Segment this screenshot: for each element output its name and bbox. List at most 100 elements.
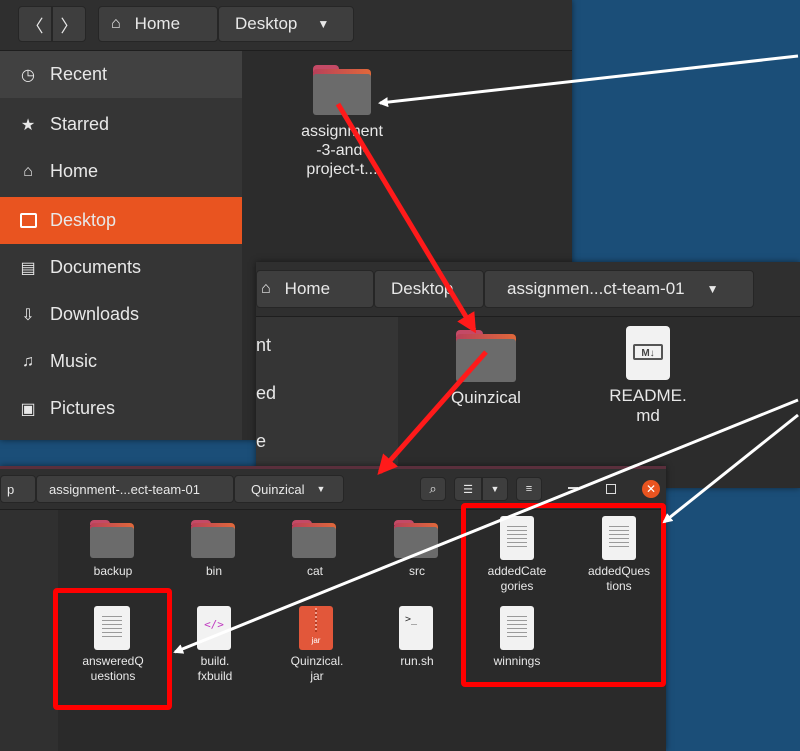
sidebar-item-recent[interactable]: ◷ Recent — [0, 51, 242, 98]
folder-icon — [313, 65, 371, 115]
breadcrumb-label: p — [7, 481, 15, 497]
sidebar: ◷ Recent ★ Starred ⌂ Home Desktop ▤ Docu… — [0, 51, 242, 440]
sidebar-item-label: Documents — [50, 257, 142, 277]
file-label: assignment -3-and- project-t... — [301, 123, 383, 178]
file-label: backup — [93, 564, 133, 578]
sidebar — [0, 510, 58, 751]
markdown-file-icon: M↓ — [626, 326, 670, 380]
file-label: bin — [205, 564, 222, 578]
highlight-box-new-files — [461, 503, 666, 687]
breadcrumb-home[interactable]: ⌂ Home — [256, 270, 374, 308]
script-badge: >_ — [405, 614, 418, 625]
chevron-down-icon: ▼ — [317, 17, 330, 31]
sidebar-item-desktop[interactable]: Desktop — [0, 197, 242, 244]
chevron-left-icon: 〈 — [26, 16, 44, 36]
forward-button[interactable]: 〉 — [52, 6, 86, 42]
maximize-button[interactable] — [606, 484, 616, 494]
sidebar-item-downloads[interactable]: ⇩ Downloads — [0, 291, 242, 338]
sidebar-item-label: ed — [256, 383, 277, 403]
chevron-right-icon: 〉 — [60, 16, 78, 36]
sidebar-item-label: nt — [256, 335, 272, 355]
breadcrumb-label: Desktop — [391, 279, 454, 298]
clock-icon: ◷ — [21, 66, 35, 84]
minimize-button[interactable] — [568, 487, 578, 489]
file-label: run.sh — [400, 654, 434, 668]
file-item-backup[interactable]: backup — [72, 520, 154, 580]
sidebar-item-label: Desktop — [50, 210, 117, 230]
file-label: cat — [306, 564, 323, 578]
picture-icon: ▣ — [20, 400, 36, 418]
breadcrumb-desktop[interactable]: Desktop ▼ — [218, 6, 354, 42]
sidebar-item-starred[interactable]: ★ Starred — [0, 101, 242, 148]
breadcrumb-label: Desktop — [235, 14, 298, 33]
file-item-quinzical-folder[interactable]: Quinzical — [436, 330, 536, 410]
folder-icon — [394, 520, 438, 558]
home-icon: ⌂ — [261, 280, 271, 297]
back-button[interactable]: 〈 — [18, 6, 52, 42]
breadcrumb-label: Home — [284, 279, 331, 298]
sidebar-item-label: Recent — [50, 64, 108, 84]
breadcrumb-label: assignment-...ect-team-01 — [49, 481, 201, 497]
header-bar: ⌂ Home Desktop assignmen...ct-team-01 ▼ — [256, 262, 800, 317]
breadcrumb-home[interactable]: ⌂ Home — [98, 6, 218, 42]
sidebar-item-label: e — [256, 431, 267, 451]
sidebar-item-label: Home — [50, 161, 99, 181]
breadcrumb-quinzical[interactable]: Quinzical ▼ — [234, 475, 344, 503]
breadcrumb-label: Home — [134, 14, 181, 33]
file-item-quinzical-jar[interactable]: jar Quinzical. jar — [274, 606, 360, 688]
sidebar-item-label: Starred — [50, 114, 110, 134]
search-icon: ⌕ — [429, 481, 437, 496]
jar-file-icon: jar — [299, 606, 333, 650]
file-item-bin[interactable]: bin — [173, 520, 255, 580]
chevron-down-icon: ▼ — [316, 484, 326, 494]
document-icon: ▤ — [20, 259, 36, 277]
star-icon: ★ — [20, 116, 36, 134]
file-manager-window-assignment: ⌂ Home Desktop assignmen...ct-team-01 ▼ … — [256, 262, 800, 488]
highlight-box-answered-questions — [53, 588, 172, 710]
breadcrumb-label: assignmen...ct-team-01 — [507, 279, 685, 298]
close-button[interactable]: ✕ — [642, 480, 660, 498]
hamburger-menu-icon: ≡ — [525, 483, 533, 495]
folder-icon — [292, 520, 336, 558]
xml-file-icon: </> — [197, 606, 231, 650]
breadcrumb-assignment[interactable]: assignmen...ct-team-01 ▼ — [484, 270, 754, 308]
zipper-mark — [315, 608, 317, 632]
markdown-badge: M↓ — [633, 344, 663, 360]
file-label: build. fxbuild — [197, 654, 233, 683]
file-item-build-fxbuild[interactable]: </> build. fxbuild — [172, 606, 258, 688]
sidebar-item-pictures[interactable]: ▣ Pictures — [0, 385, 242, 432]
file-label: src — [409, 564, 425, 578]
desktop-icon — [18, 211, 38, 231]
file-item-cat[interactable]: cat — [274, 520, 356, 580]
home-icon: ⌂ — [111, 15, 121, 32]
view-list-button[interactable]: ☰ — [454, 477, 482, 501]
file-label: Quinzical — [451, 388, 521, 407]
file-item-readme[interactable]: M↓ README. md — [598, 326, 698, 436]
sidebar: nt ed e — [256, 317, 398, 488]
sidebar-item-label: Music — [50, 351, 98, 371]
file-item-assignment-folder[interactable]: assignment -3-and- project-t... — [286, 60, 398, 190]
sidebar-item-home[interactable]: ⌂ Home — [0, 148, 242, 195]
breadcrumb-desktop[interactable]: Desktop — [374, 270, 484, 308]
chevron-down-icon: ▼ — [706, 282, 719, 296]
breadcrumb-assignment[interactable]: assignment-...ect-team-01 — [36, 475, 234, 503]
file-label: Quinzical. jar — [290, 654, 344, 683]
breadcrumb-prev[interactable]: p — [0, 475, 36, 503]
script-file-icon: >_ — [399, 606, 433, 650]
file-item-run-sh[interactable]: >_ run.sh — [374, 606, 460, 688]
home-icon: ⌂ — [23, 162, 33, 180]
close-icon: ✕ — [645, 482, 657, 496]
list-view-icon: ☰ — [463, 483, 473, 496]
chevron-down-icon: ▼ — [490, 484, 500, 494]
header-bar: 〈 〉 ⌂ Home Desktop ▼ — [0, 0, 572, 51]
menu-button[interactable]: ≡ — [516, 477, 542, 501]
sidebar-item-label: Downloads — [50, 304, 140, 324]
sidebar-item-music[interactable]: ♫ Music — [0, 338, 242, 385]
file-item-src[interactable]: src — [376, 520, 458, 580]
search-button[interactable]: ⌕ — [420, 477, 446, 501]
sidebar-item-documents[interactable]: ▤ Documents — [0, 244, 242, 291]
view-options-button[interactable]: ▼ — [482, 477, 508, 501]
music-icon: ♫ — [22, 352, 34, 370]
jar-badge: jar — [311, 636, 321, 645]
folder-icon — [90, 520, 134, 558]
